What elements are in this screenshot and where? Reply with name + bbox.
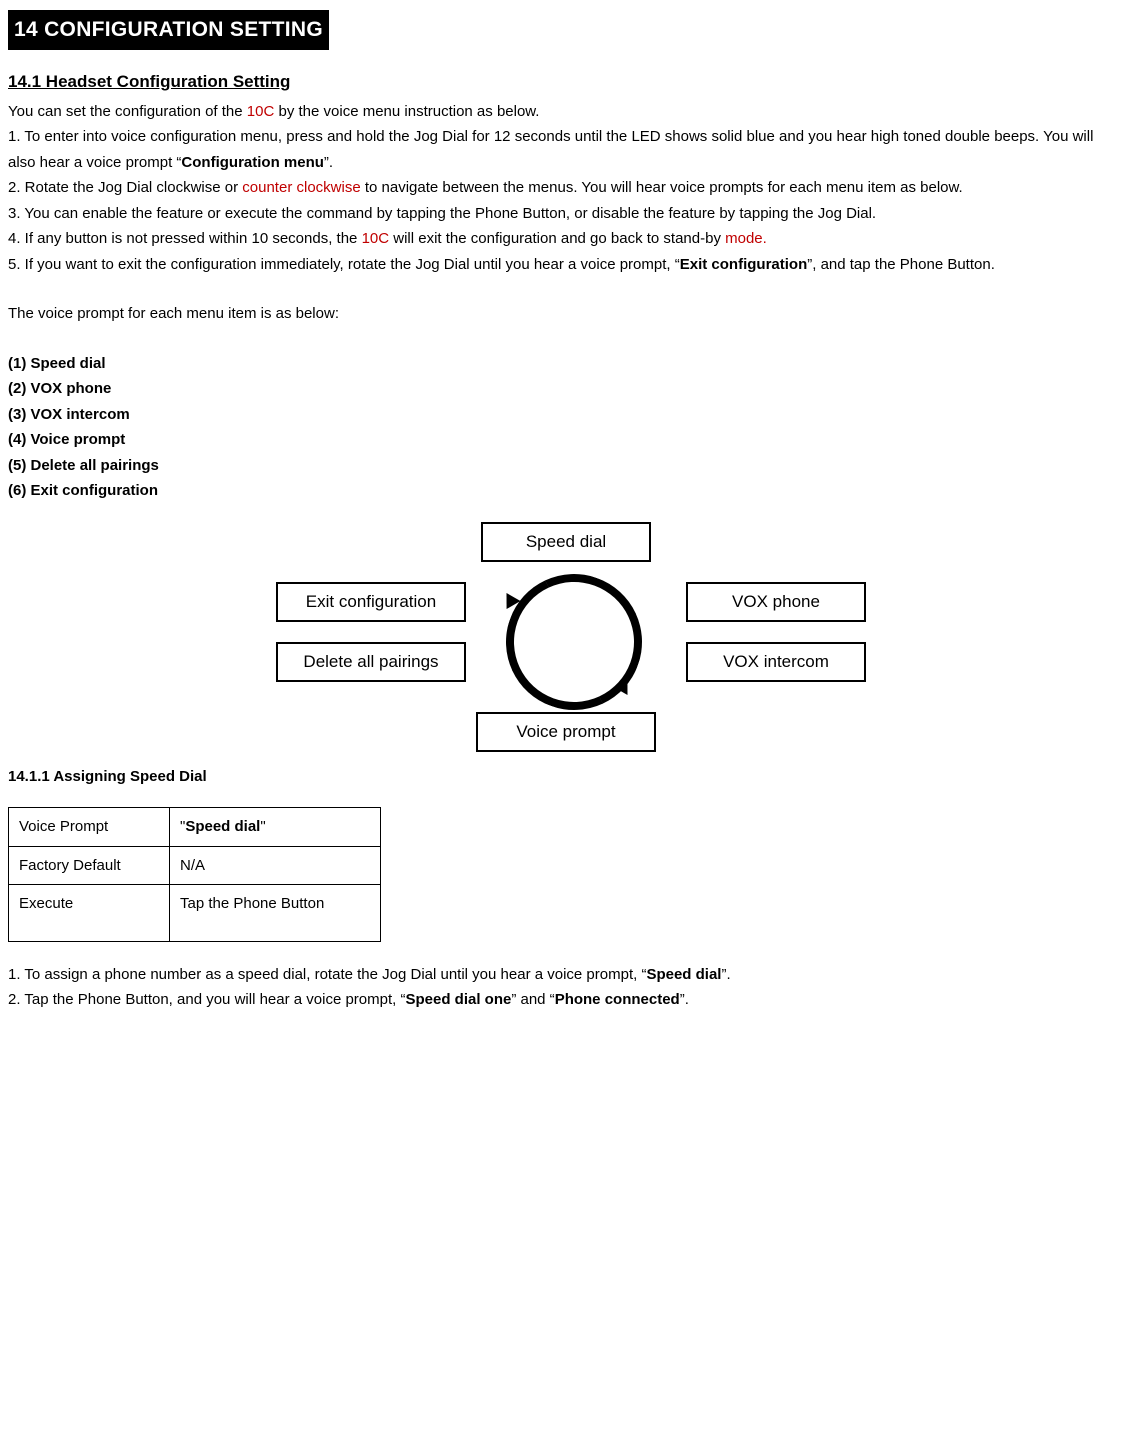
menu-item-list: (1) Speed dial (2) VOX phone (3) VOX int…	[8, 351, 1124, 504]
cell-label: Voice Prompt	[9, 808, 170, 847]
text: ”.	[721, 966, 730, 983]
text: "	[260, 818, 265, 835]
text: will exit the configuration and go back …	[389, 230, 725, 247]
jog-dial-diagram: Speed dial Exit configuration VOX phone …	[216, 522, 916, 752]
section-title: 14 CONFIGURATION SETTING	[8, 10, 329, 50]
text: ”.	[324, 154, 333, 171]
table-row: Voice Prompt "Speed dial"	[9, 808, 381, 847]
cell-value: N/A	[170, 846, 381, 885]
cell-label: Factory Default	[9, 846, 170, 885]
diagram-label-top: Speed dial	[481, 522, 651, 563]
voice-prompt-label: Configuration menu	[181, 154, 324, 171]
text: ”.	[680, 991, 689, 1008]
diagram-label-top-right: VOX phone	[686, 582, 866, 623]
text: 2. Tap the Phone Button, and you will he…	[8, 991, 405, 1008]
highlight: counter clockwise	[242, 179, 360, 196]
step-3: 3. You can enable the feature or execute…	[8, 201, 1124, 227]
menu-item: (3) VOX intercom	[8, 402, 1124, 428]
text: 1. To assign a phone number as a speed d…	[8, 966, 646, 983]
prompt-lead: The voice prompt for each menu item is a…	[8, 301, 1124, 327]
step-5: 5. If you want to exit the configuration…	[8, 252, 1124, 278]
product-name: 10C	[362, 230, 390, 247]
diagram-label-bottom: Voice prompt	[476, 712, 656, 753]
step-4: 4. If any button is not pressed within 1…	[8, 226, 1124, 252]
diagram-label-bottom-left: Delete all pairings	[276, 642, 466, 683]
menu-item: (2) VOX phone	[8, 376, 1124, 402]
subsubsection-title: 14.1.1 Assigning Speed Dial	[8, 764, 1124, 790]
voice-prompt-label: Exit configuration	[680, 256, 808, 273]
product-name: 10C	[247, 103, 275, 120]
menu-item: (1) Speed dial	[8, 351, 1124, 377]
step-1: 1. To enter into voice configuration men…	[8, 124, 1124, 175]
menu-item: (5) Delete all pairings	[8, 453, 1124, 479]
voice-prompt-label: Phone connected	[555, 991, 680, 1008]
table-row: Factory Default N/A	[9, 846, 381, 885]
text: You can set the configuration of the	[8, 103, 247, 120]
cell-value: Tap the Phone Button	[170, 885, 381, 942]
highlight: mode.	[725, 230, 767, 247]
speed-dial-table: Voice Prompt "Speed dial" Factory Defaul…	[8, 807, 381, 942]
text: 1. To enter into voice configuration men…	[8, 128, 1093, 171]
text: 5. If you want to exit the configuration…	[8, 256, 680, 273]
cell-value: "Speed dial"	[170, 808, 381, 847]
intro-line: You can set the configuration of the 10C…	[8, 99, 1124, 125]
diagram-label-top-left: Exit configuration	[276, 582, 466, 623]
text: 4. If any button is not pressed within 1…	[8, 230, 362, 247]
voice-prompt-label: Speed dial one	[405, 991, 511, 1008]
menu-item: (4) Voice prompt	[8, 427, 1124, 453]
step-2: 2. Rotate the Jog Dial clockwise or coun…	[8, 175, 1124, 201]
voice-prompt-label: Speed dial	[646, 966, 721, 983]
table-row: Execute Tap the Phone Button	[9, 885, 381, 942]
text: ” and “	[511, 991, 554, 1008]
assign-step-1: 1. To assign a phone number as a speed d…	[8, 962, 1124, 988]
cell-label: Execute	[9, 885, 170, 942]
text: ”, and tap the Phone Button.	[807, 256, 995, 273]
menu-item: (6) Exit configuration	[8, 478, 1124, 504]
text: 2. Rotate the Jog Dial clockwise or	[8, 179, 242, 196]
text: to navigate between the menus. You will …	[361, 179, 963, 196]
rotation-arrows-icon	[516, 562, 616, 712]
voice-prompt-value: Speed dial	[185, 818, 260, 835]
text: by the voice menu instruction as below.	[274, 103, 539, 120]
diagram-label-bottom-right: VOX intercom	[686, 642, 866, 683]
assign-step-2: 2. Tap the Phone Button, and you will he…	[8, 987, 1124, 1013]
subsection-title: 14.1 Headset Configuration Setting	[8, 68, 1124, 97]
